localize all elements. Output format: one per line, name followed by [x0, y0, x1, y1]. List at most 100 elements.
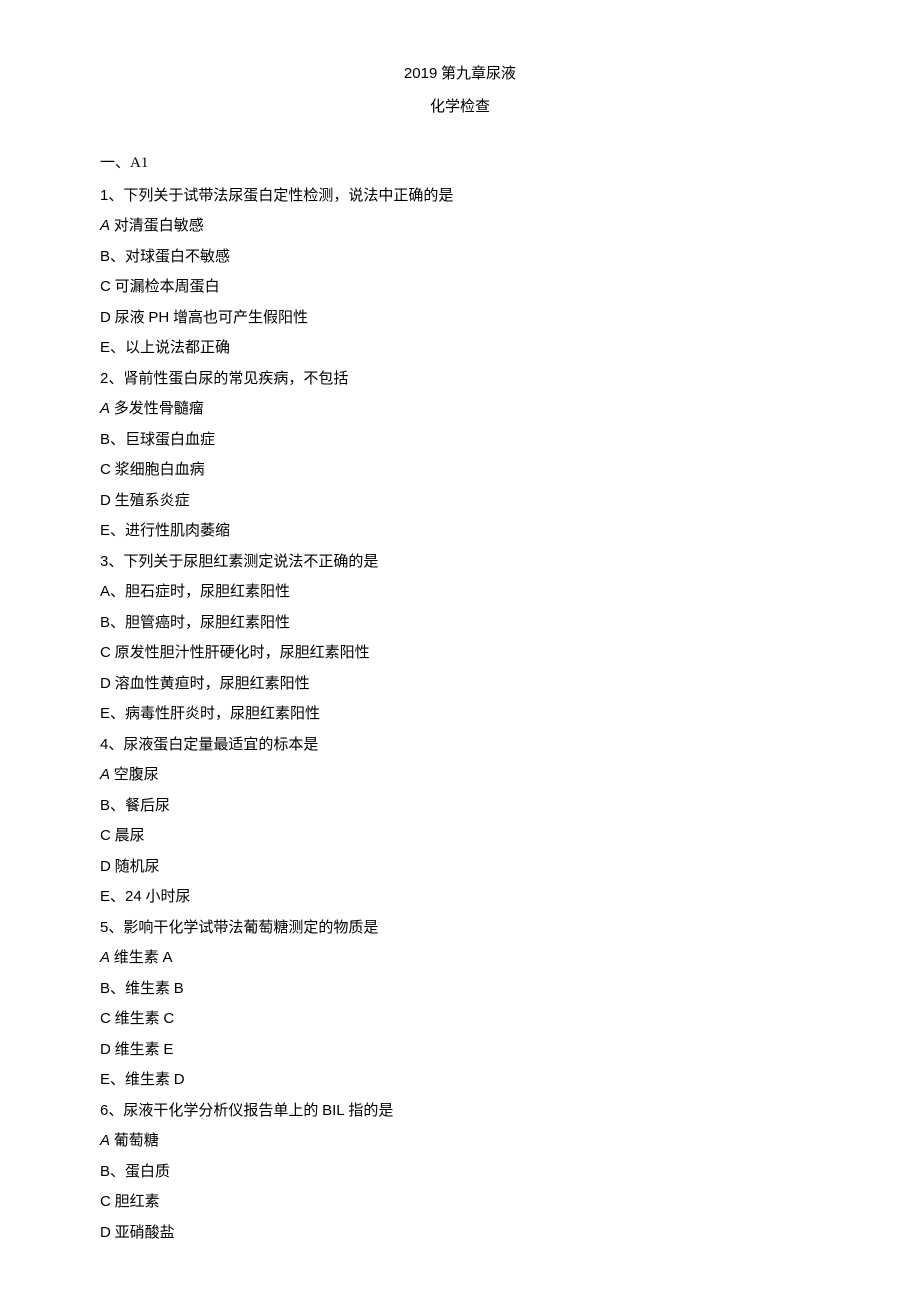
option-text: 葡萄糖 [114, 1133, 159, 1149]
option-label: E [100, 705, 110, 722]
option-separator: 、 [110, 340, 125, 356]
title-year: 2019 [404, 65, 437, 82]
page-title: 2019 第九章尿液 [100, 60, 820, 89]
option-text: 维生素 [125, 981, 174, 997]
option-label: B [100, 431, 110, 448]
question-text: 影响干化学试带法葡萄糖测定的物质是 [123, 920, 378, 936]
option-separator: 、 [110, 615, 125, 631]
option-label: E [100, 522, 110, 539]
option-separator: 、 [110, 249, 125, 265]
option-label: E [100, 1071, 110, 1088]
question-stem: 1、下列关于试带法尿蛋白定性检测，说法中正确的是 [100, 182, 820, 211]
option-text: 巨球蛋白血症 [125, 432, 215, 448]
option-label: D [100, 492, 111, 509]
question-text: 指的是 [345, 1103, 394, 1119]
option-separator: 、 [110, 584, 125, 600]
option-text: 对球蛋白不敏感 [125, 249, 230, 265]
option: D 尿液 PH 增高也可产生假阳性 [100, 304, 820, 333]
question-stem: 3、下列关于尿胆红素测定说法不正确的是 [100, 548, 820, 577]
section-label: 一、A1 [100, 149, 820, 178]
option-text: 蛋白质 [125, 1164, 170, 1180]
option-text: 生殖系炎症 [115, 493, 190, 509]
option-text: 空腹尿 [114, 767, 159, 783]
option: B、对球蛋白不敏感 [100, 243, 820, 272]
option-text: 随机尿 [115, 859, 160, 875]
option-label: A [100, 400, 110, 417]
option: C 可漏检本周蛋白 [100, 273, 820, 302]
option: B、蛋白质 [100, 1158, 820, 1187]
question-stem: 5、影响干化学试带法葡萄糖测定的物质是 [100, 914, 820, 943]
option: D 生殖系炎症 [100, 487, 820, 516]
option-text: 胆红素 [115, 1194, 160, 1210]
option-label: B [100, 797, 110, 814]
option: E、维生素 D [100, 1066, 820, 1095]
option-separator: 、 [110, 706, 125, 722]
option-label: D [100, 1224, 111, 1241]
question-text: 肾前性蛋白尿的常见疾病，不包括 [123, 371, 348, 387]
question-number: 2、 [100, 370, 123, 387]
question-number: 1、 [100, 187, 123, 204]
title-text: 第九章尿液 [437, 66, 516, 82]
question-text-roman: BIL [322, 1102, 345, 1119]
option: D 维生素 E [100, 1036, 820, 1065]
option-text: 进行性肌肉萎缩 [125, 523, 230, 539]
option: A 维生素 A [100, 944, 820, 973]
option-text: 小时尿 [142, 889, 191, 905]
option: C 维生素 C [100, 1005, 820, 1034]
option-separator: 、 [110, 1164, 125, 1180]
option: D 溶血性黄疸时，尿胆红素阳性 [100, 670, 820, 699]
option-label: C [100, 461, 111, 478]
option-text: 原发性胆汁性肝硬化时，尿胆红素阳性 [115, 645, 370, 661]
option: A 葡萄糖 [100, 1127, 820, 1156]
option: C 原发性胆汁性肝硬化时，尿胆红素阳性 [100, 639, 820, 668]
question-stem: 2、肾前性蛋白尿的常见疾病，不包括 [100, 365, 820, 394]
option-label: D [100, 675, 111, 692]
option-text: 增高也可产生假阳性 [169, 310, 308, 326]
option: A 空腹尿 [100, 761, 820, 790]
option-separator: 、 [110, 981, 125, 997]
option: B、巨球蛋白血症 [100, 426, 820, 455]
option-label: C [100, 827, 111, 844]
option: C 胆红素 [100, 1188, 820, 1217]
option-separator: 、 [110, 1072, 125, 1088]
option: B、维生素 B [100, 975, 820, 1004]
option-separator: 、 [110, 432, 125, 448]
question-number: 3、 [100, 553, 123, 570]
question-text: 下列关于尿胆红素测定说法不正确的是 [123, 554, 378, 570]
option: E、病毒性肝炎时，尿胆红素阳性 [100, 700, 820, 729]
option-text: 餐后尿 [125, 798, 170, 814]
option-text: 胆石症时，尿胆红素阳性 [125, 584, 290, 600]
option-text: 维生素 [115, 1011, 164, 1027]
option: D 随机尿 [100, 853, 820, 882]
option-separator: 、 [110, 889, 125, 905]
option: C 浆细胞白血病 [100, 456, 820, 485]
option-label: E [100, 339, 110, 356]
option-label: C [100, 278, 111, 295]
option-label: B [100, 248, 110, 265]
question-text: 尿液干化学分析仪报告单上的 [123, 1103, 322, 1119]
page-subtitle: 化学检查 [100, 93, 820, 122]
option-label: A [100, 217, 110, 234]
option: E、进行性肌肉萎缩 [100, 517, 820, 546]
option-label: A [100, 766, 110, 783]
option-text: 亚硝酸盐 [115, 1225, 175, 1241]
option-text: 多发性骨髓瘤 [114, 401, 204, 417]
option-label: E [100, 888, 110, 905]
option: B、胆管癌时，尿胆红素阳性 [100, 609, 820, 638]
option-label: B [100, 1163, 110, 1180]
option-text: 维生素 [114, 950, 163, 966]
option: C 晨尿 [100, 822, 820, 851]
option-text-roman: 24 [125, 888, 142, 905]
option: E、以上说法都正确 [100, 334, 820, 363]
question-number: 6、 [100, 1102, 123, 1119]
option-text: 可漏检本周蛋白 [115, 279, 220, 295]
option: D 亚硝酸盐 [100, 1219, 820, 1248]
option-text: 胆管癌时，尿胆红素阳性 [125, 615, 290, 631]
option-text: 溶血性黄疸时，尿胆红素阳性 [115, 676, 310, 692]
option-text: 晨尿 [115, 828, 145, 844]
option-label: C [100, 644, 111, 661]
option-label: C [100, 1193, 111, 1210]
option-text-roman: E [163, 1041, 173, 1058]
option-label: A [100, 583, 110, 600]
question-text: 下列关于试带法尿蛋白定性检测，说法中正确的是 [123, 188, 453, 204]
